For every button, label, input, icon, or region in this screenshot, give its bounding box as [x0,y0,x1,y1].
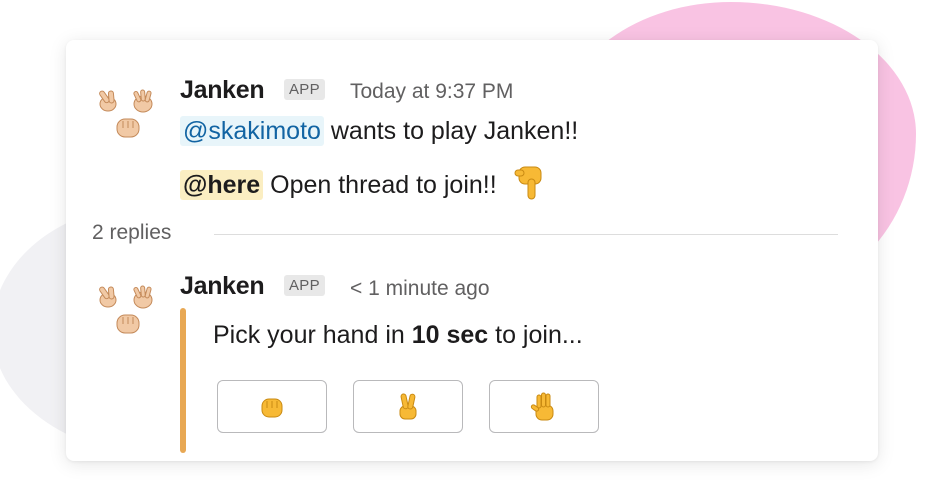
victory-hand-icon [399,392,417,419]
app-badge: APP [284,275,325,296]
janken-hands-icon [98,89,153,138]
scissors-button[interactable] [353,380,463,433]
fist-icon [261,398,283,417]
janken-avatar[interactable] [92,272,162,342]
thread-divider [214,234,838,235]
attachment-text: Pick your hand in 10 sec to join... [213,321,583,350]
message-card: Janken APP Today at 9:37 PM @skakimoto w… [66,40,878,461]
pointing-down-icon [514,166,542,200]
paper-button[interactable] [489,380,599,433]
app-badge: APP [284,79,325,100]
attachment-text-post: to join... [488,321,583,349]
janken-hands-icon [98,285,153,334]
message-text: wants to play Janken!! [323,117,579,145]
author-name[interactable]: Janken [180,272,265,301]
author-name[interactable]: Janken [180,76,265,105]
attachment-text-pre: Pick your hand in [213,321,412,349]
message-text: Open thread to join!! [263,171,497,199]
message-line-1: @skakimoto wants to play Janken!! [180,116,579,146]
janken-avatar[interactable] [92,76,162,146]
attachment-accent-bar [180,308,186,453]
message-timestamp[interactable]: Today at 9:37 PM [350,80,513,104]
countdown-text: 10 sec [411,321,489,349]
rock-button[interactable] [217,380,327,433]
user-mention[interactable]: @skakimoto [180,116,324,146]
message-line-2: @here Open thread to join!! [180,163,548,201]
raised-hand-icon [530,392,554,420]
here-mention[interactable]: @here [180,170,264,200]
replies-count-link[interactable]: 2 replies [92,221,171,245]
message-timestamp[interactable]: < 1 minute ago [350,277,490,301]
